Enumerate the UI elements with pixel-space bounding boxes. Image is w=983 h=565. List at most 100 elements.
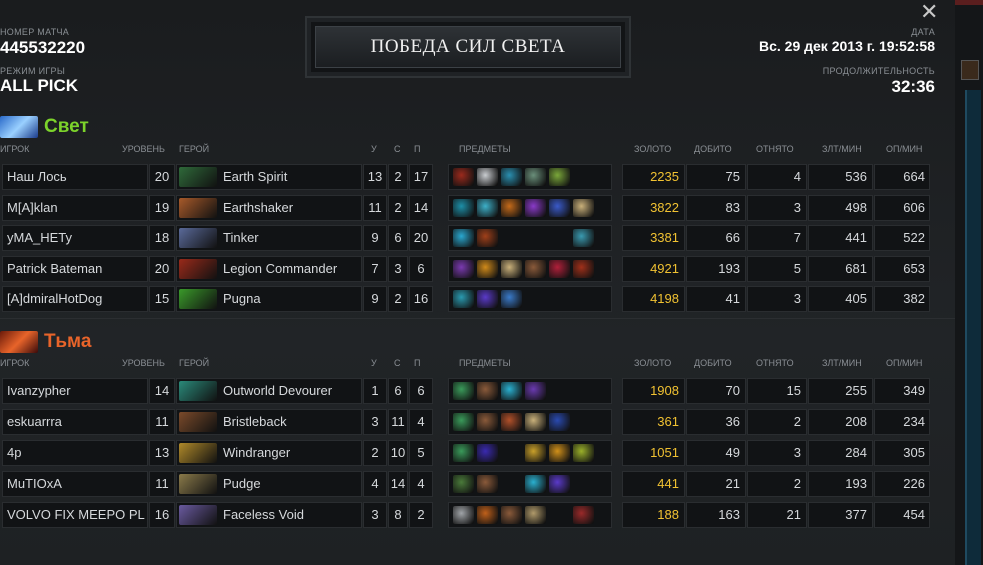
victory-banner: ПОБЕДА СИЛ СВЕТА	[305, 16, 631, 78]
player-xpm: 226	[874, 471, 930, 497]
item-icon[interactable]	[453, 290, 474, 308]
item-icon[interactable]	[477, 290, 498, 308]
item-icon[interactable]	[453, 475, 474, 493]
item-icon[interactable]	[477, 475, 498, 493]
item-icon[interactable]	[477, 413, 498, 431]
item-icon[interactable]	[549, 168, 570, 186]
item-icon[interactable]	[525, 382, 546, 400]
hero-portrait	[179, 289, 217, 309]
item-icon[interactable]	[477, 198, 498, 217]
player-gpm: 193	[808, 471, 873, 497]
player-assists: 4	[409, 409, 433, 435]
player-row[interactable]: 4p 13 2 10 5 1051 49 3 284 305 Windranger	[0, 440, 930, 466]
item-icon[interactable]	[453, 506, 474, 524]
item-icon[interactable]	[573, 444, 594, 462]
match-date: Вс. 29 дек 2013 г. 19:52:58	[759, 38, 935, 54]
item-icon[interactable]	[549, 475, 570, 493]
player-row[interactable]: [A]dmiralHotDog 15 9 2 16 4198 41 3 405 382 Pugna	[0, 286, 930, 312]
close-icon[interactable]: ✕	[920, 1, 938, 23]
item-icon[interactable]	[549, 198, 570, 217]
player-items	[448, 409, 612, 435]
item-icon[interactable]	[501, 198, 522, 217]
item-icon[interactable]	[477, 229, 498, 247]
player-row[interactable]: VOLVO FIX MEEPO PL 16 3 8 2 188 163 21 377 454 Fac…	[0, 502, 930, 528]
player-hero[interactable]: Pugna	[176, 286, 362, 312]
item-icon[interactable]	[477, 168, 498, 186]
item-icon[interactable]	[477, 506, 498, 524]
player-xpm: 653	[874, 255, 930, 282]
player-items	[448, 164, 612, 190]
col-kills: У	[371, 144, 377, 154]
item-icon[interactable]	[453, 198, 474, 217]
item-icon[interactable]	[453, 259, 474, 278]
item-icon[interactable]	[477, 259, 498, 278]
item-icon[interactable]	[525, 198, 546, 217]
player-gold: 2235	[622, 164, 685, 190]
item-icon[interactable]	[501, 168, 522, 186]
item-icon[interactable]	[477, 444, 498, 462]
item-icon[interactable]	[525, 475, 546, 493]
player-gold: 1908	[622, 378, 685, 404]
player-denies: 2	[747, 471, 807, 497]
item-icon[interactable]	[453, 413, 474, 431]
player-gold: 4921	[622, 255, 685, 282]
player-level: 18	[149, 225, 175, 251]
date-label: ДАТА	[911, 27, 935, 37]
player-row[interactable]: eskuarrra 11 3 11 4 361 36 2 208 234 Bristleback	[0, 409, 930, 435]
player-xpm: 454	[874, 502, 930, 528]
player-hero[interactable]: Legion Commander	[176, 255, 362, 282]
player-level: 20	[149, 164, 175, 190]
item-icon[interactable]	[501, 413, 522, 431]
col-player: ИГРОК	[0, 358, 30, 368]
item-icon[interactable]	[453, 229, 474, 247]
item-icon[interactable]	[501, 259, 522, 278]
item-icon[interactable]	[525, 259, 546, 278]
victory-banner-text: ПОБЕДА СИЛ СВЕТА	[315, 26, 621, 68]
item-icon[interactable]	[549, 413, 570, 431]
player-gpm: 441	[808, 225, 873, 251]
player-gold: 3381	[622, 225, 685, 251]
player-hero[interactable]: Tinker	[176, 225, 362, 251]
item-icon[interactable]	[453, 382, 474, 400]
player-hero[interactable]: Faceless Void	[176, 502, 362, 528]
player-hero[interactable]: Earthshaker	[176, 194, 362, 221]
player-xpm: 522	[874, 225, 930, 251]
player-kills: 4	[363, 471, 387, 497]
item-icon[interactable]	[525, 413, 546, 431]
player-name: Patrick Bateman	[2, 255, 148, 282]
col-kills: У	[371, 358, 377, 368]
item-icon[interactable]	[501, 290, 522, 308]
player-gpm: 681	[808, 255, 873, 282]
player-row[interactable]: MuTIOxA 11 4 14 4 441 21 2 193 226 Pudge	[0, 471, 930, 497]
item-icon[interactable]	[525, 168, 546, 186]
player-hero[interactable]: Pudge	[176, 471, 362, 497]
player-gold: 1051	[622, 440, 685, 466]
player-row[interactable]: Наш Лось 20 13 2 17 2235 75 4 536 664 Earth Spirit	[0, 164, 930, 190]
item-icon[interactable]	[573, 229, 594, 247]
player-denies: 15	[747, 378, 807, 404]
item-icon[interactable]	[549, 259, 570, 278]
item-icon[interactable]	[501, 506, 522, 524]
player-deaths: 6	[388, 225, 408, 251]
item-icon[interactable]	[453, 168, 474, 186]
player-row[interactable]: yMA_HETy 18 9 6 20 3381 66 7 441 522 Tinker	[0, 225, 930, 251]
item-icon[interactable]	[453, 444, 474, 462]
player-hero[interactable]: Bristleback	[176, 409, 362, 435]
player-name: eskuarrra	[2, 409, 148, 435]
player-hero[interactable]: Windranger	[176, 440, 362, 466]
item-icon[interactable]	[525, 444, 546, 462]
player-assists: 4	[409, 471, 433, 497]
item-icon[interactable]	[525, 506, 546, 524]
item-icon[interactable]	[549, 444, 570, 462]
item-icon[interactable]	[573, 198, 594, 217]
item-icon[interactable]	[501, 382, 522, 400]
dire-column-headers: ИГРОК УРОВЕНЬ ГЕРОЙ У С П ПРЕДМЕТЫ ЗОЛОТ…	[0, 358, 930, 372]
item-icon[interactable]	[477, 382, 498, 400]
player-hero[interactable]: Earth Spirit	[176, 164, 362, 190]
player-row[interactable]: Patrick Bateman 20 7 3 6 4921 193 5 681 653 Legion…	[0, 255, 930, 282]
item-icon[interactable]	[573, 506, 594, 524]
player-row[interactable]: Ivanzypher 14 1 6 6 1908 70 15 255 349 Outworld De…	[0, 378, 930, 404]
player-hero[interactable]: Outworld Devourer	[176, 378, 362, 404]
item-icon[interactable]	[573, 259, 594, 278]
player-row[interactable]: M[A]klan 19 11 2 14 3822 83 3 498 606 Earthshaker	[0, 194, 930, 221]
